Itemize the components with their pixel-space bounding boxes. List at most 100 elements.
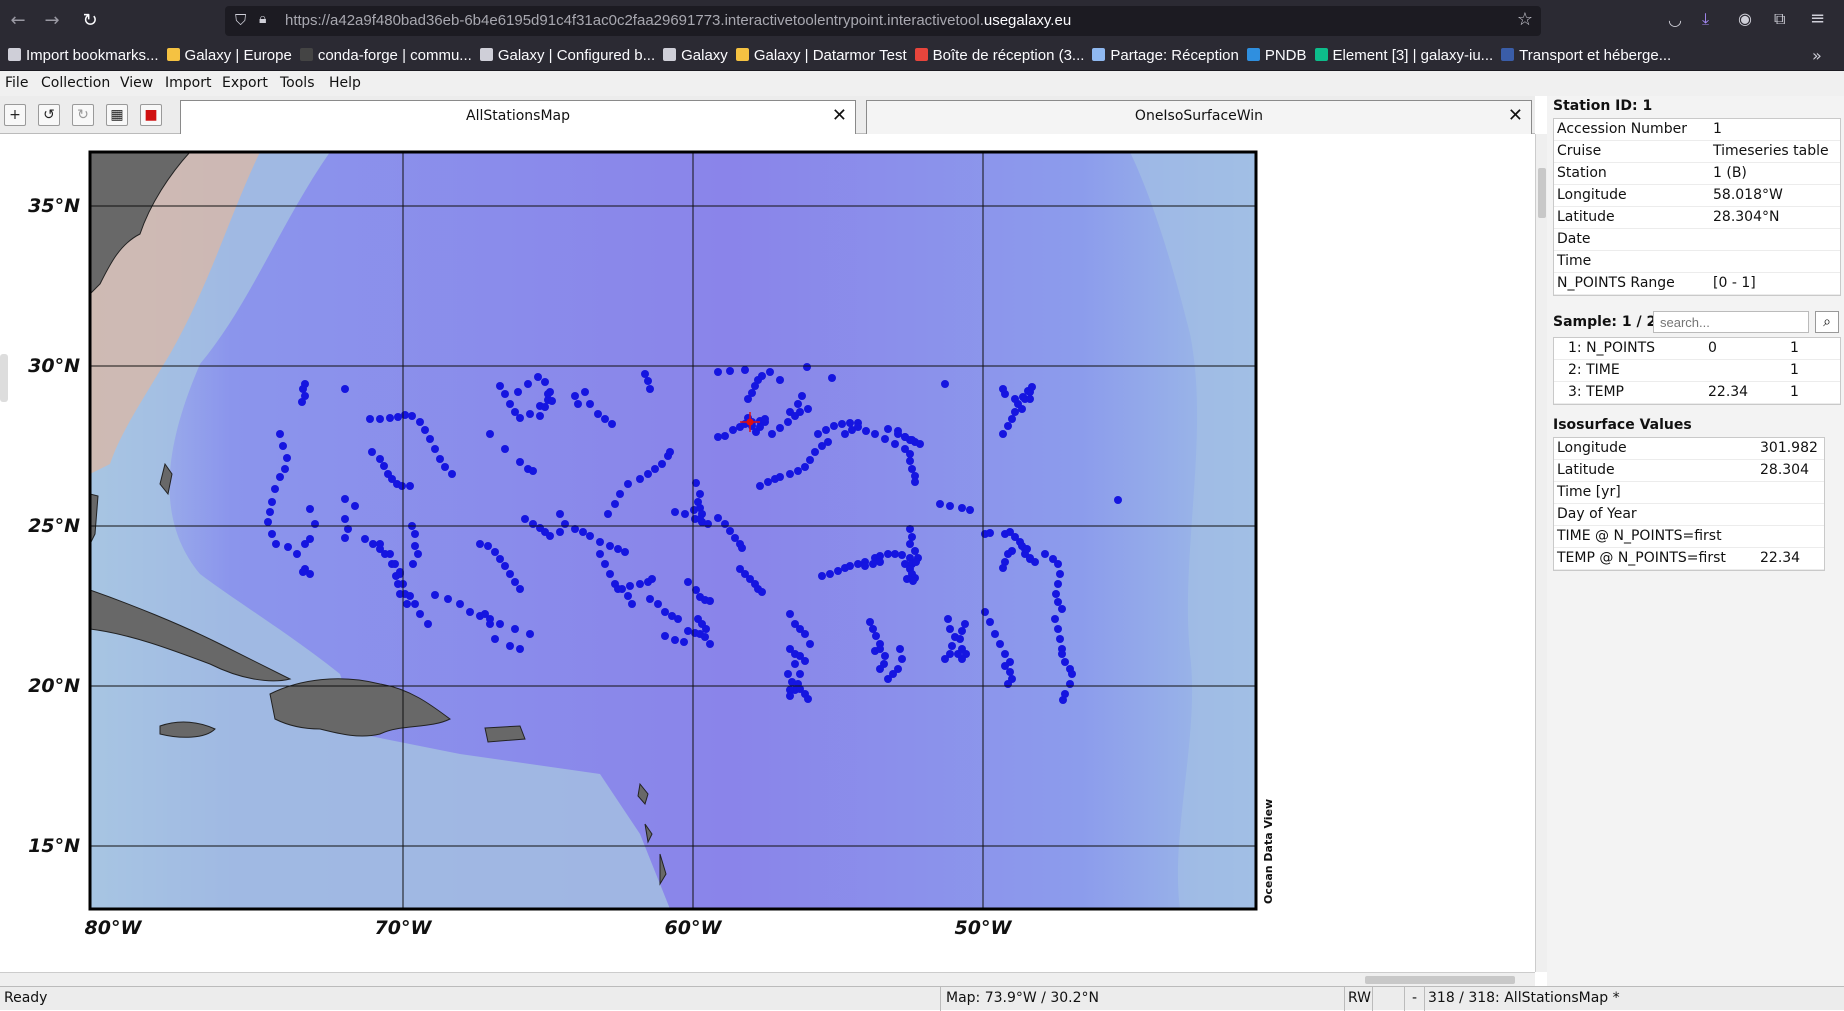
station-dot[interactable] [726,527,734,535]
station-dot[interactable] [606,542,614,550]
grid-icon[interactable]: ▦ [106,104,128,126]
bookmark-item[interactable]: Galaxy | Europe [166,47,292,64]
station-dot[interactable] [714,514,722,522]
bookmark-item[interactable]: Boîte de réception (3... [914,47,1084,64]
station-dot[interactable] [696,490,704,498]
station-dot[interactable] [901,433,909,441]
station-dot[interactable] [444,595,452,603]
station-dot[interactable] [284,543,292,551]
station-dot[interactable] [514,388,522,396]
tab-one-iso-surface-win[interactable]: OneIsoSurfaceWin ✕ [866,100,1532,134]
station-dot[interactable] [561,520,569,528]
station-dot[interactable] [496,620,504,628]
station-dot[interactable] [908,465,916,473]
station-dot[interactable] [511,625,519,633]
bookmark-item[interactable]: Galaxy | Configured b... [479,47,655,64]
station-dot[interactable] [431,591,439,599]
station-dot[interactable] [521,515,529,523]
station-dot[interactable] [869,625,877,633]
station-dot[interactable] [506,400,514,408]
extensions-icon[interactable]: ⧉ [1774,9,1785,29]
station-dot[interactable] [369,540,377,548]
station-dot[interactable] [911,547,919,555]
station-dot[interactable] [881,652,889,660]
station-dot[interactable] [794,467,802,475]
station-dot[interactable] [908,533,916,541]
station-dot[interactable] [1004,550,1012,558]
station-dot[interactable] [794,400,802,408]
station-dot[interactable] [516,458,524,466]
station-dot[interactable] [1114,496,1122,504]
station-dot[interactable] [999,385,1007,393]
station-dot[interactable] [398,482,406,490]
station-dot[interactable] [881,435,889,443]
station-dot[interactable] [721,432,729,440]
station-dot[interactable] [961,620,969,628]
station-dot[interactable] [784,670,792,678]
station-dot[interactable] [409,560,417,568]
station-dot[interactable] [529,520,537,528]
station-dot[interactable] [906,450,914,458]
station-dot[interactable] [496,382,504,390]
station-dot[interactable] [714,368,722,376]
station-dot[interactable] [1054,580,1062,588]
station-dot[interactable] [376,415,384,423]
station-dot[interactable] [579,528,587,536]
station-dot[interactable] [571,392,579,400]
station-dot[interactable] [621,548,629,556]
menu-view[interactable]: View [120,75,153,91]
station-dot[interactable] [516,645,524,653]
station-dot[interactable] [661,608,669,616]
station-dot[interactable] [658,460,666,468]
station-dot[interactable] [283,454,291,462]
pocket-icon[interactable]: ◡ [1668,10,1682,29]
station-dot[interactable] [741,366,749,374]
station-dot[interactable] [641,370,649,378]
station-dot[interactable] [411,542,419,550]
bookmark-item[interactable]: Transport et héberge... [1501,47,1671,64]
station-dot[interactable] [1018,405,1026,413]
app-menu-icon[interactable]: ≡ [1810,8,1825,29]
station-dot[interactable] [636,580,644,588]
bookmark-item[interactable]: Partage: Réception [1092,47,1239,64]
station-dot[interactable] [871,430,879,438]
station-dot[interactable] [366,415,374,423]
station-dot[interactable] [768,430,776,438]
station-dot[interactable] [684,627,692,635]
station-dot[interactable] [830,422,838,430]
station-dot[interactable] [766,368,774,376]
station-dot[interactable] [441,463,449,471]
station-dot[interactable] [876,665,884,673]
station-dot[interactable] [806,456,814,464]
menu-collection[interactable]: Collection [41,75,110,91]
station-dot[interactable] [380,462,388,470]
station-dot[interactable] [266,508,274,516]
station-dot[interactable] [911,478,919,486]
station-dot[interactable] [756,423,764,431]
station-dot[interactable] [424,620,432,628]
station-dot[interactable] [908,436,916,444]
station-dot[interactable] [401,590,409,598]
station-dot[interactable] [414,550,422,558]
station-dot[interactable] [946,625,954,633]
station-dot[interactable] [991,630,999,638]
station-dot[interactable] [1054,598,1062,606]
menu-export[interactable]: Export [222,75,268,91]
station-dot[interactable] [906,457,914,465]
station-dot[interactable] [516,414,524,422]
station-dot[interactable] [1052,590,1060,598]
station-dot[interactable] [1008,415,1016,423]
station-dot[interactable] [666,448,674,456]
station-dot[interactable] [624,480,632,488]
station-dot[interactable] [891,440,899,448]
station-dot[interactable] [516,585,524,593]
bookmark-item[interactable]: conda-forge | commu... [299,47,472,64]
station-dot[interactable] [574,400,582,408]
map-view[interactable]: 35°N 30°N 25°N 20°N 15°N 80°W 70°W 60°W 50°W Oc… [0,134,1535,972]
station-dot[interactable] [891,550,899,558]
star-icon[interactable]: ☆ [1517,9,1533,30]
station-dot[interactable] [862,427,870,435]
station-dot[interactable] [861,562,869,570]
station-dot[interactable] [524,380,532,388]
station-dot[interactable] [684,578,692,586]
